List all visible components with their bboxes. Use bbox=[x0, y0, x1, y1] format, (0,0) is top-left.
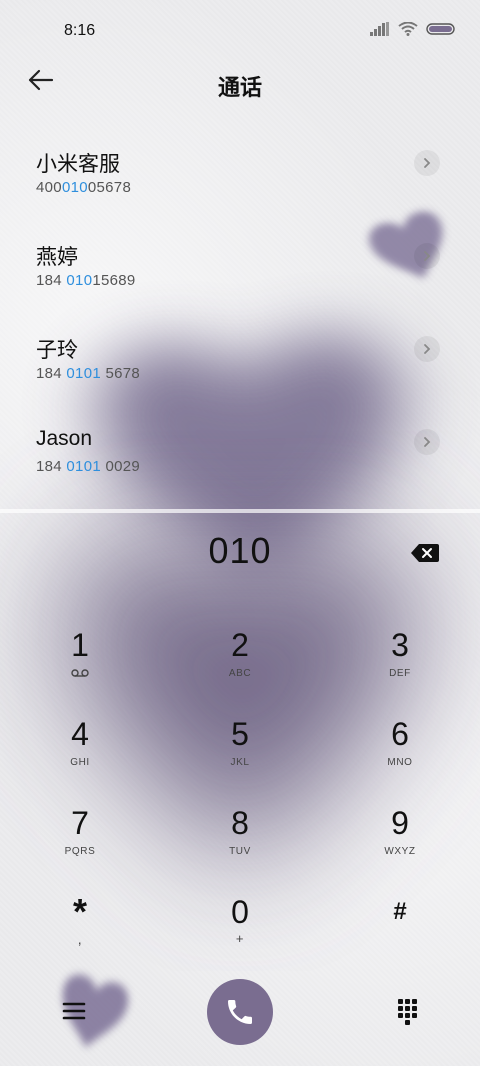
status-bar: 8:16 bbox=[0, 0, 480, 62]
number-match: 0101 bbox=[66, 458, 101, 475]
number-match: 010 bbox=[66, 272, 93, 289]
status-icons bbox=[370, 22, 456, 36]
status-time: 8:16 bbox=[64, 22, 96, 39]
key-1[interactable]: 1 bbox=[25, 622, 135, 700]
backspace-icon bbox=[411, 544, 439, 562]
contact-name: Jason bbox=[36, 427, 93, 450]
key-digit: 8 bbox=[231, 805, 249, 841]
header: 通话 bbox=[0, 62, 480, 106]
key-letters: DEF bbox=[389, 668, 411, 679]
key-letters: JKL bbox=[230, 757, 250, 768]
contact-results-list: 小米客服 40001005678 燕婷 184 01015689 子玲 184 … bbox=[0, 130, 480, 502]
contact-name: 燕婷 bbox=[36, 246, 78, 269]
key-digit: 7 bbox=[71, 805, 89, 841]
key-letters: TUV bbox=[229, 846, 251, 857]
key-star[interactable]: * , bbox=[25, 889, 135, 967]
contact-number: 40001005678 bbox=[36, 179, 131, 196]
voicemail-icon bbox=[71, 669, 89, 677]
contact-item[interactable]: Jason 184 0101 0029 bbox=[0, 409, 480, 502]
key-digit: # bbox=[393, 898, 407, 925]
chevron-right-icon bbox=[424, 437, 431, 447]
contact-item[interactable]: 子玲 184 0101 5678 bbox=[0, 316, 480, 409]
contact-item[interactable]: 燕婷 184 01015689 bbox=[0, 223, 480, 316]
key-2[interactable]: 2 ABC bbox=[185, 622, 295, 700]
key-digit: 3 bbox=[391, 627, 409, 663]
dialpad-icon bbox=[398, 999, 417, 1025]
key-0[interactable]: 0 + bbox=[185, 889, 295, 967]
contact-number: 184 01015689 bbox=[36, 272, 136, 289]
battery-icon bbox=[426, 23, 455, 35]
chevron-right-icon bbox=[424, 344, 431, 354]
phone-icon bbox=[228, 1000, 252, 1024]
key-digit: 4 bbox=[71, 716, 89, 752]
key-digit: 0 bbox=[231, 894, 249, 930]
key-letters: + bbox=[235, 931, 245, 946]
key-letters: PQRS bbox=[64, 846, 96, 857]
key-letters: , bbox=[77, 931, 83, 947]
page-title: 通话 bbox=[217, 75, 262, 100]
key-letters: ABC bbox=[228, 668, 252, 679]
contact-detail-button[interactable] bbox=[414, 336, 440, 362]
key-digit: 5 bbox=[231, 716, 249, 752]
number-suffix: 05678 bbox=[87, 179, 132, 196]
key-digit: 2 bbox=[231, 627, 249, 663]
dialpad-toggle-button[interactable] bbox=[390, 994, 424, 1028]
number-prefix: 400 bbox=[36, 179, 62, 196]
key-8[interactable]: 8 TUV bbox=[185, 800, 295, 878]
menu-icon bbox=[62, 1002, 86, 1020]
divider bbox=[0, 509, 480, 513]
number-match: 010 bbox=[61, 179, 88, 196]
contact-detail-button[interactable] bbox=[414, 243, 440, 269]
key-6[interactable]: 6 MNO bbox=[345, 711, 455, 789]
dialed-number: 010 bbox=[208, 530, 272, 571]
number-prefix: 184 bbox=[36, 365, 67, 382]
key-digit: 9 bbox=[391, 805, 409, 841]
contact-number: 184 0101 0029 bbox=[36, 458, 140, 475]
contact-detail-button[interactable] bbox=[414, 429, 440, 455]
key-digit: 1 bbox=[71, 627, 89, 663]
number-suffix: 0029 bbox=[100, 458, 141, 475]
chevron-right-icon bbox=[424, 251, 431, 261]
signal-icon bbox=[370, 22, 389, 36]
key-3[interactable]: 3 DEF bbox=[345, 622, 455, 700]
key-7[interactable]: 7 PQRS bbox=[25, 800, 135, 878]
key-letters: MNO bbox=[387, 757, 413, 768]
key-letters: GHI bbox=[70, 757, 90, 768]
chevron-right-icon bbox=[424, 158, 431, 168]
backspace-button[interactable] bbox=[410, 542, 440, 564]
contact-name: 小米客服 bbox=[36, 153, 120, 176]
number-match: 0101 bbox=[66, 365, 101, 382]
number-prefix: 184 bbox=[36, 272, 67, 289]
number-suffix: 15689 bbox=[92, 272, 136, 289]
number-prefix: 184 bbox=[36, 458, 67, 475]
key-9[interactable]: 9 WXYZ bbox=[345, 800, 455, 878]
contact-detail-button[interactable] bbox=[414, 150, 440, 176]
menu-button[interactable] bbox=[54, 996, 94, 1026]
key-hash[interactable]: # bbox=[345, 889, 455, 967]
contact-item[interactable]: 小米客服 40001005678 bbox=[0, 130, 480, 223]
key-letters: WXYZ bbox=[384, 846, 416, 857]
contact-number: 184 0101 5678 bbox=[36, 365, 140, 382]
key-5[interactable]: 5 JKL bbox=[185, 711, 295, 789]
key-digit: * bbox=[72, 891, 87, 932]
key-4[interactable]: 4 GHI bbox=[25, 711, 135, 789]
wifi-icon bbox=[398, 22, 418, 36]
call-button[interactable] bbox=[207, 979, 273, 1045]
number-suffix: 5678 bbox=[100, 365, 141, 382]
contact-name: 子玲 bbox=[36, 339, 78, 362]
key-digit: 6 bbox=[391, 716, 409, 752]
